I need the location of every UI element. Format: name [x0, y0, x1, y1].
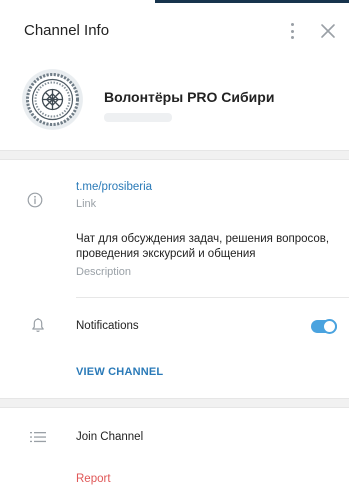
toggle-knob [322, 319, 337, 334]
bell-icon [32, 318, 44, 332]
panel-header: Channel Info [0, 3, 349, 55]
section-divider [0, 398, 349, 408]
join-channel-button[interactable]: Join Channel [76, 431, 143, 443]
channel-description: Чат для обсуждения задач, решения вопрос… [76, 233, 330, 260]
description-label: Description [76, 266, 132, 278]
subscriber-count-placeholder [104, 113, 172, 122]
panel-title: Channel Info [24, 22, 110, 39]
link-label: Link [76, 198, 97, 210]
channel-link[interactable]: t.me/prosiberia [76, 181, 152, 193]
channel-avatar[interactable] [22, 69, 83, 130]
more-vertical-icon[interactable] [287, 21, 297, 41]
close-icon[interactable] [320, 23, 336, 39]
channel-name: Волонтёры PRO Сибири [104, 89, 275, 105]
info-icon [27, 192, 43, 208]
list-icon [30, 432, 46, 443]
view-channel-button[interactable]: VIEW CHANNEL [76, 366, 163, 378]
section-divider [0, 150, 349, 160]
report-button[interactable]: Report [76, 473, 111, 485]
channel-info-panel: Channel Info Волонтёры PRO Сибири t.me/p… [0, 0, 349, 504]
row-separator [76, 297, 349, 298]
notifications-toggle[interactable] [311, 319, 337, 334]
notifications-label: Notifications [76, 320, 139, 332]
